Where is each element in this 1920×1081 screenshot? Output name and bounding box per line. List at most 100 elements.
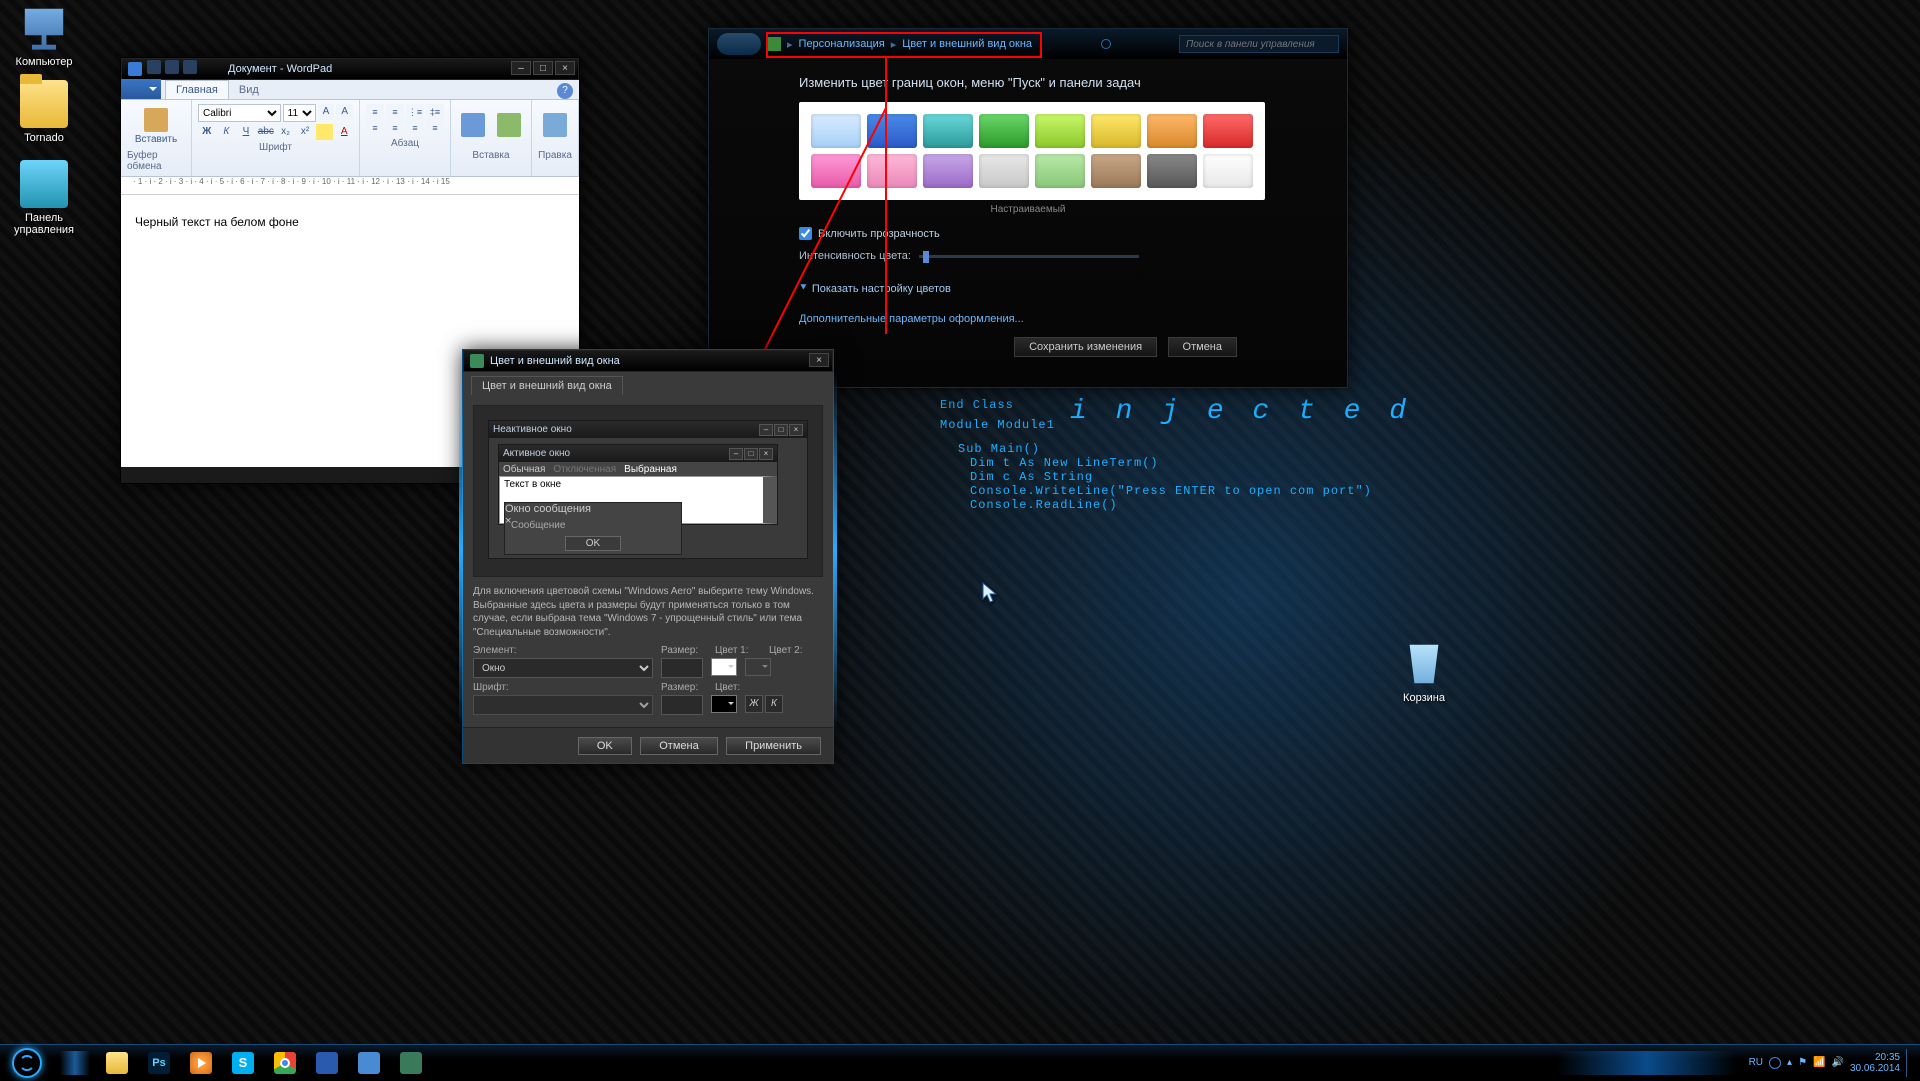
italic-button[interactable]: К: [218, 124, 236, 140]
font-bold-button[interactable]: Ж: [745, 695, 763, 713]
tray-expand-icon[interactable]: ▴: [1787, 1057, 1792, 1068]
close-button[interactable]: ×: [555, 61, 575, 75]
desktop-icon-control-panel[interactable]: Панель управления: [6, 160, 82, 236]
taskbar-explorer[interactable]: [97, 1049, 137, 1077]
font-size-select[interactable]: 11: [283, 104, 316, 122]
file-menu-button[interactable]: [121, 79, 161, 99]
taskbar-skype[interactable]: S: [223, 1049, 263, 1077]
bold-button[interactable]: Ж: [198, 124, 216, 140]
taskbar-chrome[interactable]: [265, 1049, 305, 1077]
font-italic-button[interactable]: К: [765, 695, 783, 713]
close-button[interactable]: ×: [809, 353, 829, 367]
minimize-button[interactable]: –: [511, 61, 531, 75]
color-swatch-5[interactable]: [1091, 114, 1141, 148]
tab-window-color[interactable]: Цвет и внешний вид окна: [471, 376, 623, 395]
apply-button[interactable]: Применить: [726, 737, 821, 755]
highlight-button[interactable]: [316, 124, 334, 140]
language-indicator[interactable]: RU: [1749, 1057, 1763, 1068]
intensity-slider[interactable]: [919, 255, 1139, 258]
action-center-icon[interactable]: [1769, 1057, 1781, 1069]
color-swatch-1[interactable]: [867, 114, 917, 148]
refresh-icon[interactable]: [1101, 39, 1111, 49]
color-swatch-6[interactable]: [1147, 114, 1197, 148]
line-spacing-button[interactable]: ‡≡: [426, 104, 444, 120]
advanced-appearance-link[interactable]: Дополнительные параметры оформления...: [799, 313, 1257, 325]
color-swatch-15[interactable]: [1203, 154, 1253, 188]
nav-back-forward[interactable]: [717, 33, 761, 55]
desktop-icon-tornado[interactable]: Tornado: [6, 80, 82, 144]
taskbar-media-player[interactable]: [181, 1049, 221, 1077]
taskbar-clock[interactable]: 20:35 30.06.2014: [1850, 1052, 1900, 1074]
breadcrumb-window-color[interactable]: Цвет и внешний вид окна: [902, 38, 1032, 50]
dialog-titlebar[interactable]: Цвет и внешний вид окна ×: [463, 350, 833, 372]
strike-button[interactable]: abc: [257, 124, 275, 140]
wordpad-titlebar[interactable]: Документ - WordPad – □ ×: [121, 58, 579, 80]
cancel-button[interactable]: Отмена: [640, 737, 717, 755]
font-size-input[interactable]: [661, 695, 703, 715]
align-center-button[interactable]: ≡: [386, 120, 404, 136]
qat-redo-icon[interactable]: [183, 60, 197, 74]
font-color-picker[interactable]: [711, 695, 737, 713]
help-button[interactable]: ?: [557, 83, 573, 99]
color-swatch-2[interactable]: [923, 114, 973, 148]
show-color-mixer-toggle[interactable]: ⯆ Показать настройку цветов: [799, 282, 1257, 295]
tray-network-icon[interactable]: 📶: [1813, 1057, 1825, 1068]
color-swatch-9[interactable]: [867, 154, 917, 188]
desktop-icon-recycle-bin[interactable]: Корзина: [1386, 640, 1462, 704]
save-button[interactable]: Сохранить изменения: [1014, 337, 1157, 357]
tab-view[interactable]: Вид: [229, 81, 269, 99]
insert-picture-button[interactable]: [457, 104, 489, 148]
show-desktop-button[interactable]: [1906, 1049, 1914, 1077]
increase-indent-button[interactable]: ≡: [386, 104, 404, 120]
subscript-button[interactable]: x₂: [277, 124, 295, 140]
color-swatch-7[interactable]: [1203, 114, 1253, 148]
color-swatch-4[interactable]: [1035, 114, 1085, 148]
color-swatch-3[interactable]: [979, 114, 1029, 148]
taskbar-photoshop[interactable]: Ps: [139, 1049, 179, 1077]
element-select[interactable]: Окно: [473, 658, 653, 678]
ok-button[interactable]: OK: [578, 737, 632, 755]
search-input[interactable]: [1179, 35, 1339, 53]
tab-home[interactable]: Главная: [165, 80, 229, 99]
qat-save-icon[interactable]: [147, 60, 161, 74]
grow-font-button[interactable]: A: [318, 104, 335, 120]
color-swatch-10[interactable]: [923, 154, 973, 188]
superscript-button[interactable]: x²: [296, 124, 314, 140]
transparency-checkbox[interactable]: Включить прозрачность: [799, 227, 1257, 240]
bullets-button[interactable]: ⋮≡: [406, 104, 424, 120]
tray-flag-icon[interactable]: ⚑: [1798, 1057, 1807, 1068]
tray-volume-icon[interactable]: 🔊: [1831, 1057, 1843, 1068]
justify-button[interactable]: ≡: [426, 120, 444, 136]
element-size-input[interactable]: [661, 658, 703, 678]
breadcrumb-personalization[interactable]: Персонализация: [799, 38, 885, 50]
font-label: Шрифт:: [473, 682, 533, 693]
paste-button[interactable]: Вставить: [136, 104, 176, 148]
maximize-button[interactable]: □: [533, 61, 553, 75]
color-swatch-11[interactable]: [979, 154, 1029, 188]
desktop-icon-computer[interactable]: Компьютер: [6, 4, 82, 68]
shrink-font-button[interactable]: A: [336, 104, 353, 120]
insert-object-button[interactable]: [493, 104, 525, 148]
align-left-button[interactable]: ≡: [366, 120, 384, 136]
color-swatch-14[interactable]: [1147, 154, 1197, 188]
align-right-button[interactable]: ≡: [406, 120, 424, 136]
qat-undo-icon[interactable]: [165, 60, 179, 74]
cancel-button[interactable]: Отмена: [1168, 337, 1237, 357]
decrease-indent-button[interactable]: ≡: [366, 104, 384, 120]
color-swatch-12[interactable]: [1035, 154, 1085, 188]
taskbar-wordpad[interactable]: [307, 1049, 347, 1077]
color-swatch-0[interactable]: [811, 114, 861, 148]
underline-button[interactable]: Ч: [237, 124, 255, 140]
transparency-checkbox-input[interactable]: [799, 227, 812, 240]
color1-label: Цвет 1:: [715, 645, 761, 656]
find-replace-button[interactable]: [538, 104, 572, 148]
font-select[interactable]: [473, 695, 653, 715]
taskbar-personalization[interactable]: [349, 1049, 389, 1077]
color-swatch-13[interactable]: [1091, 154, 1141, 188]
color1-picker[interactable]: [711, 658, 737, 676]
font-family-select[interactable]: Calibri: [198, 104, 281, 122]
start-button[interactable]: [0, 1045, 54, 1081]
font-color-button[interactable]: A: [335, 124, 353, 140]
taskbar-appearance-dialog[interactable]: [391, 1049, 431, 1077]
color-swatch-8[interactable]: [811, 154, 861, 188]
